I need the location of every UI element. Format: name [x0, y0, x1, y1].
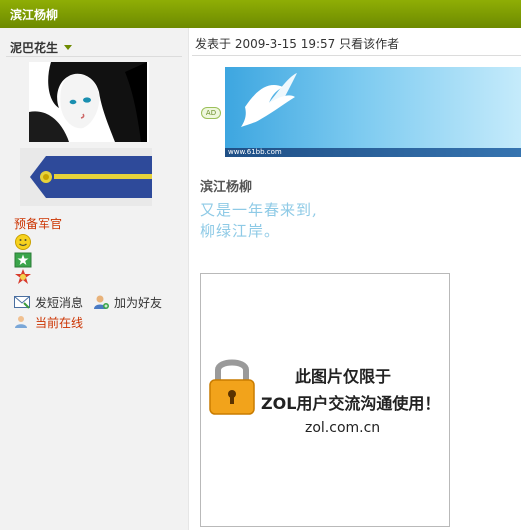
- post-image-placeholder[interactable]: 此图片仅限于 ZOL用户交流沟通使用！ zol.com.cn: [200, 273, 450, 527]
- column-divider: [188, 28, 189, 530]
- username-link[interactable]: 泥巴花生: [10, 39, 58, 56]
- smiley-medal-icon: [14, 233, 32, 251]
- user-online-icon: [14, 315, 28, 332]
- ad-badge: AD: [201, 107, 221, 119]
- message-icon[interactable]: [14, 295, 30, 312]
- lock-icon: [209, 359, 255, 415]
- post-body-line-1: 又是一年春来到,: [200, 201, 318, 219]
- avatar[interactable]: [29, 62, 149, 142]
- ad-banner[interactable]: www.61bb.com: [225, 67, 521, 157]
- thread-header-bar: 滨江杨柳: [0, 0, 521, 28]
- add-friend-icon[interactable]: [93, 294, 109, 313]
- image-notice-domain: zol.com.cn: [305, 420, 381, 436]
- add-friend-link[interactable]: 加为好友: [114, 294, 162, 311]
- post-separator: [192, 55, 521, 56]
- image-notice-line-1: 此图片仅限于: [295, 367, 392, 386]
- rank-insignia: [20, 148, 152, 206]
- post-subject: 滨江杨柳: [200, 180, 253, 195]
- post-meta: 发表于 2009-3-15 19:57 只看该作者: [195, 37, 400, 51]
- chevron-down-icon[interactable]: [64, 45, 72, 50]
- ad-url[interactable]: www.61bb.com: [228, 148, 282, 157]
- star-medal-icon: [14, 251, 32, 269]
- image-notice-line-2: ZOL用户交流沟通使用！: [261, 394, 441, 413]
- send-message-link[interactable]: 发短消息: [35, 294, 83, 311]
- thread-title: 滨江杨柳: [10, 8, 59, 22]
- rank-title: 预备军官: [14, 217, 63, 231]
- post-body-line-2: 柳绿江岸。: [200, 222, 281, 240]
- badge-medal-icon: [14, 268, 32, 286]
- online-status: 当前在线: [35, 316, 84, 330]
- left-separator: [6, 56, 182, 57]
